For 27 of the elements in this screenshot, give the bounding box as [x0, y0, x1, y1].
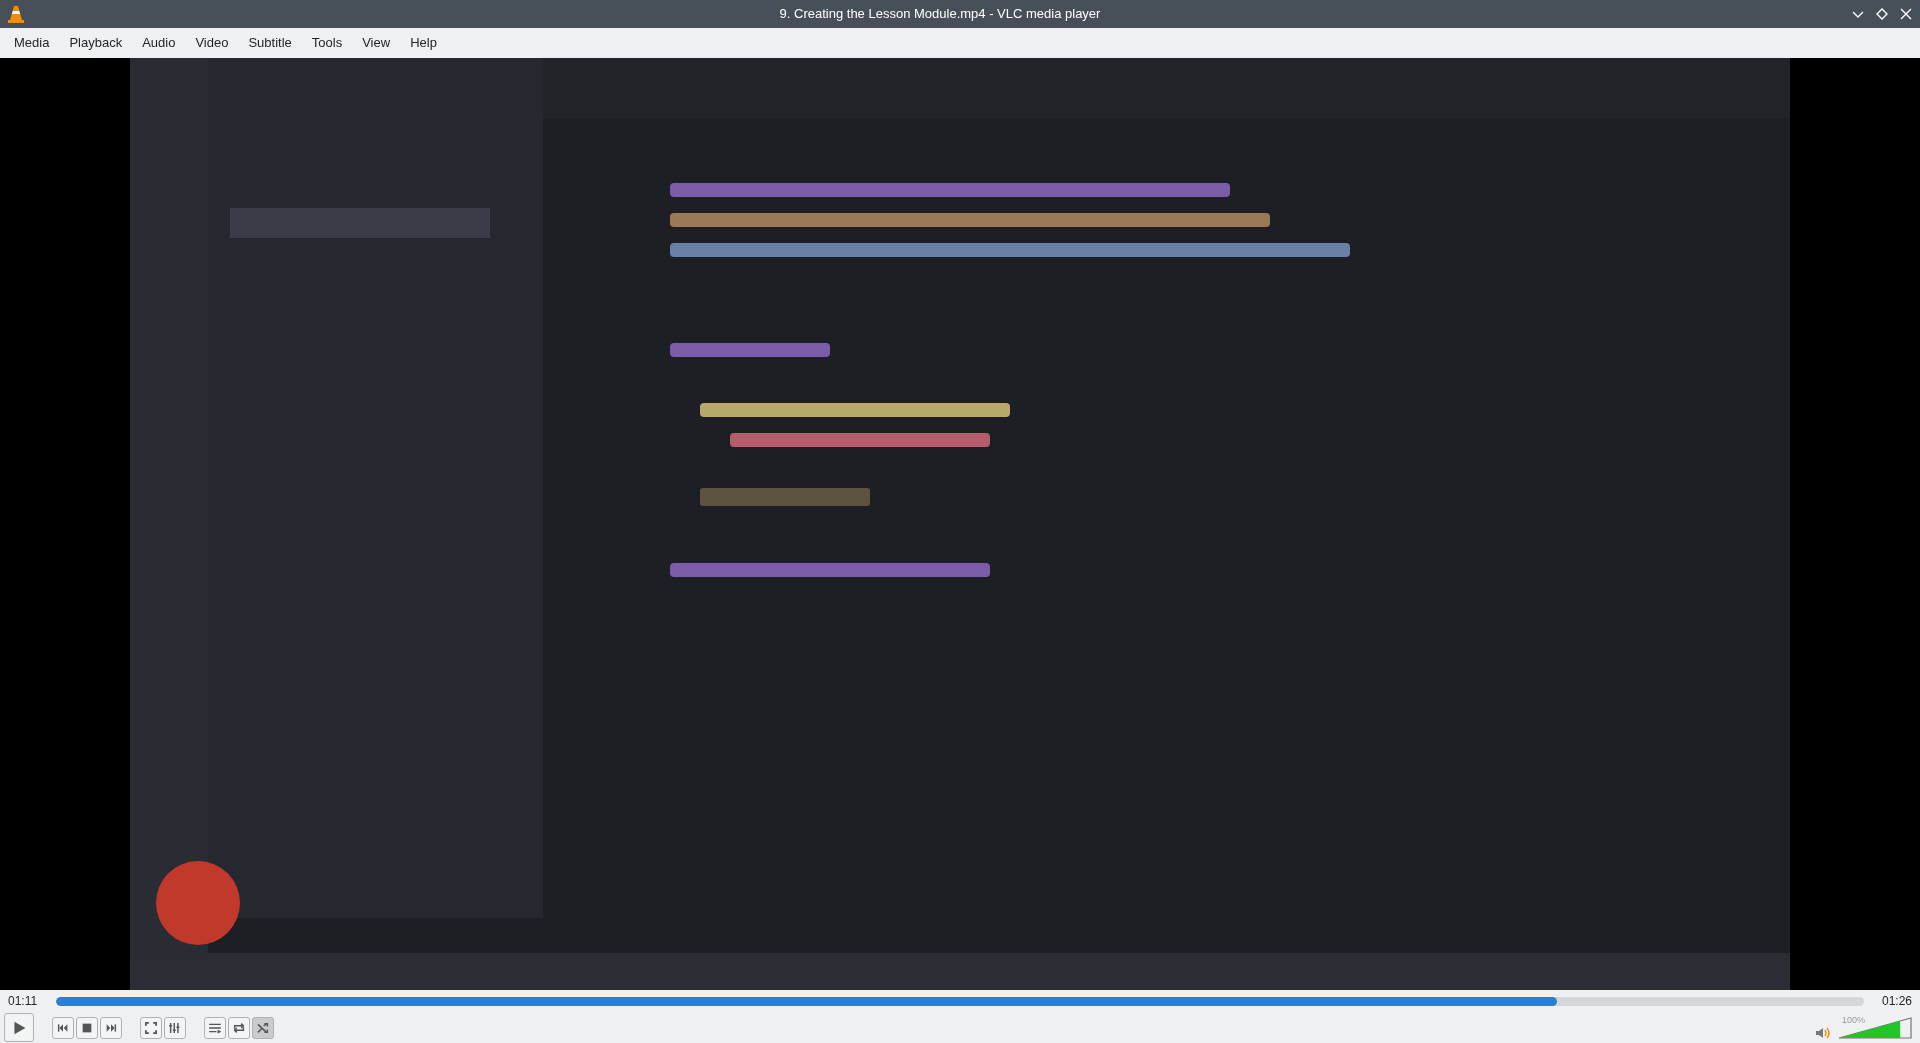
seek-bar[interactable] — [56, 996, 1864, 1006]
menu-item[interactable]: Video — [185, 33, 239, 53]
stop-button[interactable] — [76, 1016, 98, 1039]
menu-item[interactable]: View — [352, 33, 401, 53]
menu-item[interactable]: Media — [4, 33, 60, 53]
window-title: 9. Creating the Lesson Module.mp4 - VLC media player — [778, 5, 1102, 24]
skip-forward-button[interactable] — [100, 1016, 122, 1039]
elapsed-time: 01:11 — [8, 993, 39, 1010]
menu-item[interactable]: Tools — [301, 33, 353, 53]
speaker-icon[interactable] — [1816, 1026, 1830, 1039]
fullscreen-icon — [143, 1019, 159, 1036]
play-button[interactable] — [4, 1013, 34, 1042]
shuffle-button[interactable] — [252, 1016, 274, 1039]
menu-item[interactable]: Subtitle — [238, 33, 302, 53]
loop-button[interactable] — [228, 1016, 250, 1039]
skip-back-button[interactable] — [52, 1016, 74, 1039]
playlist-button[interactable] — [204, 1016, 226, 1039]
total-time: 01:26 — [1880, 993, 1912, 1010]
maximize-icon[interactable] — [1876, 8, 1888, 20]
menu-item[interactable]: Playback — [59, 33, 133, 53]
close-icon[interactable] — [1900, 8, 1912, 20]
volume-reading: 100% — [1842, 1013, 1866, 1027]
menu-item[interactable]: Audio — [132, 33, 186, 53]
traffic-cone-icon — [8, 5, 24, 23]
fullscreen-button[interactable] — [140, 1016, 162, 1039]
menu-item[interactable]: Help — [400, 33, 447, 53]
sliders-button[interactable] — [164, 1016, 186, 1039]
